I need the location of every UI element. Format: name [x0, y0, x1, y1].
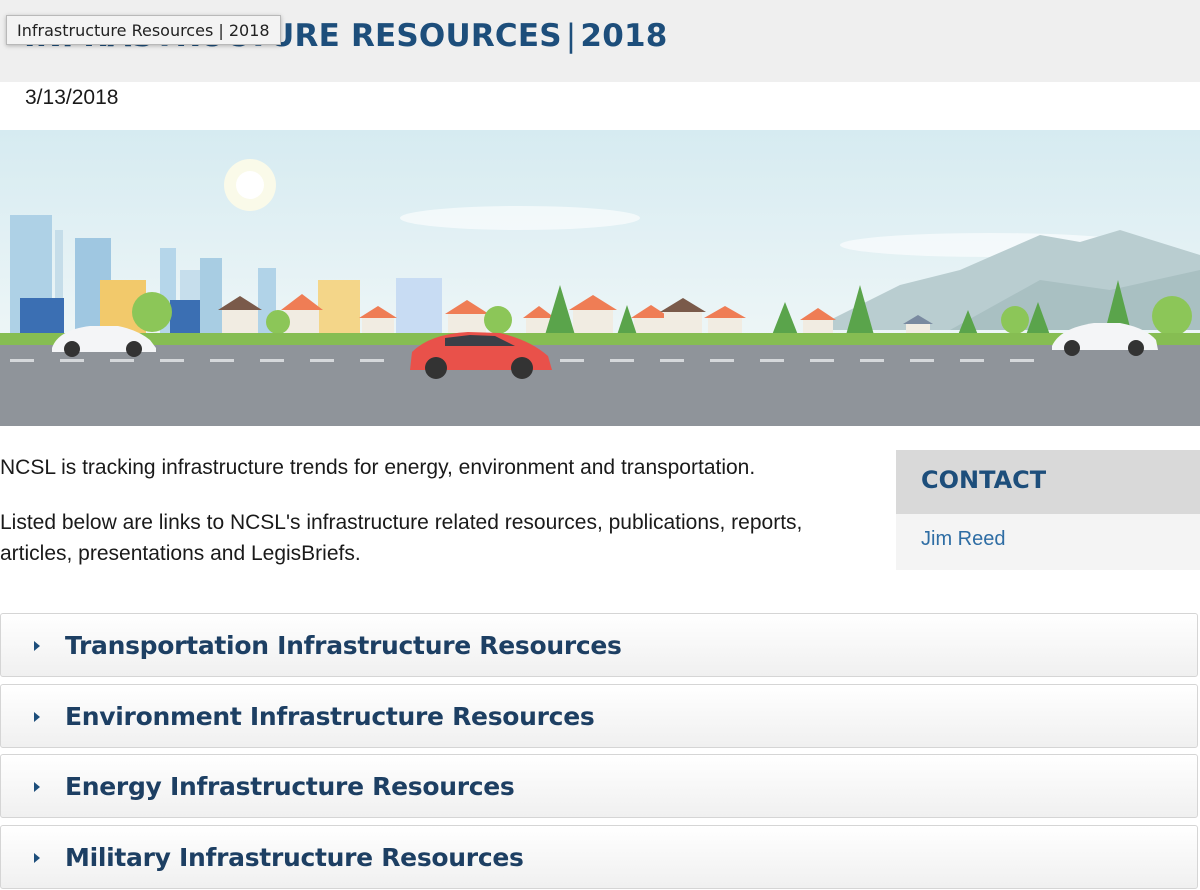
accordion-label: Environment Infrastructure Resources	[65, 702, 595, 731]
accordion-environment[interactable]: Environment Infrastructure Resources	[0, 684, 1198, 748]
contact-heading: CONTACT	[896, 450, 1200, 514]
caret-right-icon	[34, 712, 40, 722]
grass	[0, 333, 1200, 345]
publish-date: 3/13/2018	[25, 86, 119, 109]
contact-box: CONTACT Jim Reed	[896, 450, 1200, 570]
hero-banner-illustration	[0, 130, 1200, 426]
page-title-separator: |	[565, 18, 577, 54]
intro-paragraph-1: NCSL is tracking infrastructure trends f…	[0, 456, 756, 479]
accordion-label: Transportation Infrastructure Resources	[65, 631, 622, 660]
road	[0, 345, 1200, 426]
caret-right-icon	[34, 782, 40, 792]
accordion-energy[interactable]: Energy Infrastructure Resources	[0, 754, 1198, 818]
accordion-military[interactable]: Military Infrastructure Resources	[0, 825, 1198, 889]
caret-right-icon	[34, 853, 40, 863]
page-title-year: 2018	[580, 18, 668, 54]
title-tooltip: Infrastructure Resources | 2018	[6, 15, 281, 45]
intro-text: NCSL is tracking infrastructure trends f…	[0, 452, 840, 593]
accordion-label: Military Infrastructure Resources	[65, 843, 524, 872]
accordion-label: Energy Infrastructure Resources	[65, 772, 515, 801]
caret-right-icon	[34, 641, 40, 651]
intro-paragraph-2: Listed below are links to NCSL's infrast…	[0, 511, 803, 565]
contact-name-link[interactable]: Jim Reed	[896, 514, 1200, 551]
accordion-transportation[interactable]: Transportation Infrastructure Resources	[0, 613, 1198, 677]
